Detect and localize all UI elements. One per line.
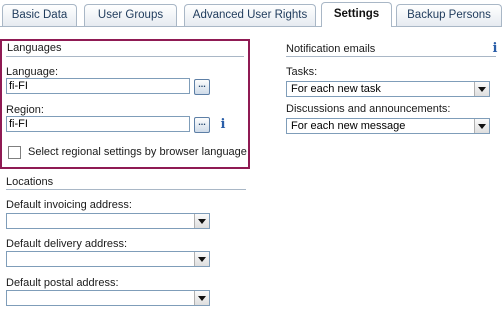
tasks-select-value: For each new task [291,83,381,95]
chevron-down-icon [194,252,209,266]
browser-language-checkbox[interactable] [8,146,21,159]
languages-section-divider [6,56,244,57]
invoicing-address-label: Default invoicing address: [6,199,132,211]
tab-user-groups[interactable]: User Groups [84,4,177,26]
language-label: Language: [6,66,58,78]
chevron-down-icon [194,291,209,305]
region-info-icon[interactable]: i [219,118,227,132]
tasks-select[interactable]: For each new task [286,81,490,97]
locations-section-divider [6,189,246,190]
notifications-section-title: Notification emails [286,43,376,55]
chevron-down-icon [474,82,489,96]
region-field[interactable]: fi-FI [6,116,190,132]
discussions-label: Discussions and announcements: [286,103,451,115]
notifications-info-icon[interactable]: i [491,42,499,56]
delivery-address-select[interactable] [6,251,210,267]
tab-basic-data[interactable]: Basic Data [2,4,77,26]
notifications-section-divider [286,56,496,57]
discussions-select[interactable]: For each new message [286,118,490,134]
discussions-select-value: For each new message [291,120,406,132]
language-field[interactable]: fi-FI [6,78,190,94]
region-label: Region: [6,104,44,116]
delivery-address-label: Default delivery address: [6,238,128,250]
locations-section-title: Locations [6,176,54,188]
invoicing-address-select[interactable] [6,213,210,229]
tab-advanced-user-rights[interactable]: Advanced User Rights [184,4,316,26]
tab-bar: Basic Data User Groups Advanced User Rig… [0,0,502,27]
tab-settings[interactable]: Settings [321,2,392,27]
postal-address-select[interactable] [6,290,210,306]
postal-address-label: Default postal address: [6,277,119,289]
chevron-down-icon [194,214,209,228]
tasks-label: Tasks: [286,66,318,78]
tab-backup-persons[interactable]: Backup Persons [396,4,502,26]
language-browse-button[interactable]: ... [194,79,210,95]
languages-section-title: Languages [7,42,62,54]
browser-language-checkbox-label: Select regional settings by browser lang… [28,146,247,158]
tab-bar-divider [0,26,502,27]
chevron-down-icon [474,119,489,133]
region-browse-button[interactable]: ... [194,117,210,133]
